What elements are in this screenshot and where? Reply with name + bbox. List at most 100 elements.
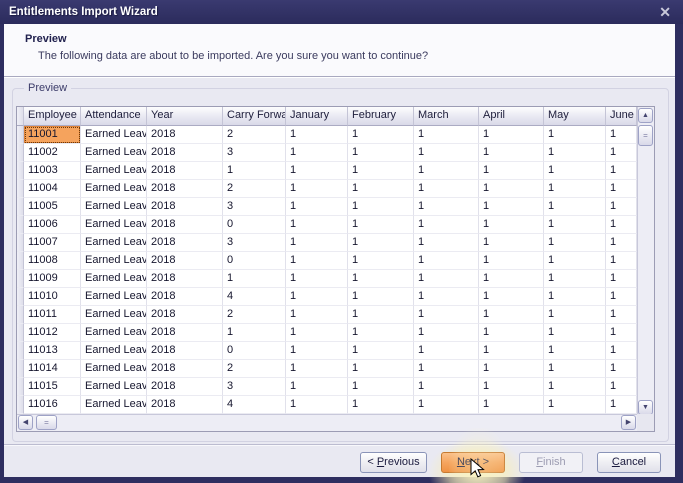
grid-cell[interactable]: 1 — [348, 360, 414, 378]
grid-cell[interactable]: 11012 — [24, 324, 81, 342]
grid-cell[interactable]: 1 — [606, 234, 637, 252]
grid-cell[interactable]: 1 — [348, 234, 414, 252]
grid-cell[interactable]: 1 — [606, 252, 637, 270]
grid-cell[interactable]: 3 — [223, 144, 286, 162]
grid-cell[interactable]: 1 — [348, 378, 414, 396]
grid-cell[interactable]: 1 — [606, 144, 637, 162]
grid-cell[interactable]: Earned Leave — [81, 144, 147, 162]
horizontal-scroll-thumb[interactable]: = — [36, 415, 57, 430]
grid-cell[interactable]: 11008 — [24, 252, 81, 270]
grid-cell[interactable]: 1 — [348, 396, 414, 414]
grid-cell[interactable]: 1 — [286, 306, 348, 324]
scroll-left-icon[interactable]: ◀ — [18, 415, 33, 430]
grid-cell[interactable]: 1 — [414, 342, 479, 360]
grid-cell[interactable]: 1 — [606, 126, 637, 144]
grid-cell[interactable]: 2018 — [147, 162, 223, 180]
grid-cell[interactable]: 1 — [414, 126, 479, 144]
grid-cell[interactable]: 1 — [286, 234, 348, 252]
grid-cell[interactable]: 1 — [348, 198, 414, 216]
grid-cell[interactable]: 11014 — [24, 360, 81, 378]
grid-cell[interactable]: 11005 — [24, 198, 81, 216]
grid-cell[interactable]: 1 — [223, 162, 286, 180]
grid-cell[interactable]: 2018 — [147, 270, 223, 288]
grid-cell[interactable]: 1 — [479, 162, 544, 180]
grid-cell[interactable]: 1 — [479, 324, 544, 342]
grid-cell[interactable]: 1 — [544, 216, 606, 234]
grid-cell[interactable]: 2018 — [147, 360, 223, 378]
grid-cell[interactable]: 1 — [479, 288, 544, 306]
grid-cell[interactable]: Earned Leave — [81, 252, 147, 270]
grid-cell[interactable]: 1 — [286, 396, 348, 414]
grid-cell[interactable]: 1 — [479, 396, 544, 414]
scroll-right-icon[interactable]: ▶ — [621, 415, 636, 430]
grid-cell[interactable]: 2 — [223, 180, 286, 198]
grid-cell[interactable]: 1 — [414, 396, 479, 414]
grid-cell[interactable]: 1 — [414, 360, 479, 378]
grid-cell[interactable]: 1 — [414, 216, 479, 234]
grid-cell[interactable]: Earned Leave — [81, 216, 147, 234]
grid-cell[interactable]: 2018 — [147, 378, 223, 396]
grid-cell[interactable]: Earned Leave — [81, 360, 147, 378]
grid-cell[interactable]: 1 — [286, 378, 348, 396]
column-header-february[interactable]: February — [348, 107, 414, 126]
grid-cell[interactable]: 2018 — [147, 324, 223, 342]
grid-cell[interactable]: 1 — [348, 162, 414, 180]
grid-cell[interactable]: 2018 — [147, 144, 223, 162]
grid-cell[interactable]: 11009 — [24, 270, 81, 288]
cancel-button[interactable]: Cancel — [597, 452, 661, 473]
grid-cell[interactable]: 1 — [286, 288, 348, 306]
grid-cell[interactable]: 1 — [479, 198, 544, 216]
grid-cell[interactable]: 1 — [544, 378, 606, 396]
grid-cell[interactable]: 1 — [606, 306, 637, 324]
column-header-employee-id[interactable]: Employee Id — [24, 107, 81, 126]
grid-cell[interactable]: 1 — [348, 270, 414, 288]
grid-cell[interactable]: 1 — [414, 378, 479, 396]
grid-cell[interactable]: 1 — [479, 126, 544, 144]
grid-cell[interactable]: 1 — [286, 324, 348, 342]
grid-cell[interactable]: 1 — [544, 144, 606, 162]
grid-cell[interactable]: 3 — [223, 378, 286, 396]
grid-cell[interactable]: 1 — [414, 234, 479, 252]
vertical-scrollbar[interactable]: ▲ = ▼ — [637, 107, 654, 416]
grid-cell[interactable]: 1 — [348, 324, 414, 342]
grid-cell[interactable]: 1 — [348, 306, 414, 324]
grid-cell[interactable]: 1 — [479, 342, 544, 360]
grid-cell[interactable]: 2018 — [147, 252, 223, 270]
grid-cell[interactable]: 1 — [544, 180, 606, 198]
grid-cell[interactable]: 1 — [544, 270, 606, 288]
grid-cell[interactable]: 11015 — [24, 378, 81, 396]
grid-cell[interactable]: 1 — [479, 378, 544, 396]
column-header-carry-forward[interactable]: Carry Forward — [223, 107, 286, 126]
grid-cell[interactable]: 11003 — [24, 162, 81, 180]
grid-cell[interactable]: 4 — [223, 288, 286, 306]
grid-cell[interactable]: 11002 — [24, 144, 81, 162]
grid-cell[interactable]: 1 — [414, 306, 479, 324]
grid-cell[interactable]: 2018 — [147, 216, 223, 234]
grid-cell[interactable]: 1 — [544, 126, 606, 144]
grid-cell[interactable]: 1 — [223, 270, 286, 288]
horizontal-scrollbar[interactable]: ◀ = ▶ — [17, 414, 637, 431]
grid-cell[interactable]: 1 — [479, 270, 544, 288]
grid-cell[interactable]: 1 — [606, 270, 637, 288]
column-header-march[interactable]: March — [414, 107, 479, 126]
grid-cell[interactable]: 1 — [286, 252, 348, 270]
grid-cell[interactable]: 1 — [414, 162, 479, 180]
grid-cell[interactable]: Earned Leave — [81, 126, 147, 144]
grid-cell[interactable]: Earned Leave — [81, 378, 147, 396]
grid-cell[interactable]: 1 — [479, 234, 544, 252]
grid-cell[interactable]: 1 — [479, 180, 544, 198]
grid-cell[interactable]: 0 — [223, 216, 286, 234]
grid-cell[interactable]: Earned Leave — [81, 288, 147, 306]
grid-cell[interactable]: 1 — [414, 198, 479, 216]
grid-cell[interactable]: 2018 — [147, 288, 223, 306]
grid-cell[interactable]: Earned Leave — [81, 396, 147, 414]
grid-cell[interactable]: 1 — [544, 198, 606, 216]
grid-cell[interactable]: 11004 — [24, 180, 81, 198]
grid-cell[interactable]: 1 — [606, 180, 637, 198]
grid-cell[interactable]: 1 — [544, 342, 606, 360]
grid-cell[interactable]: 2018 — [147, 180, 223, 198]
grid-cell[interactable]: Earned Leave — [81, 270, 147, 288]
grid-cell[interactable]: 1 — [348, 180, 414, 198]
grid-cell[interactable]: 1 — [348, 288, 414, 306]
grid-cell[interactable]: 1 — [286, 144, 348, 162]
